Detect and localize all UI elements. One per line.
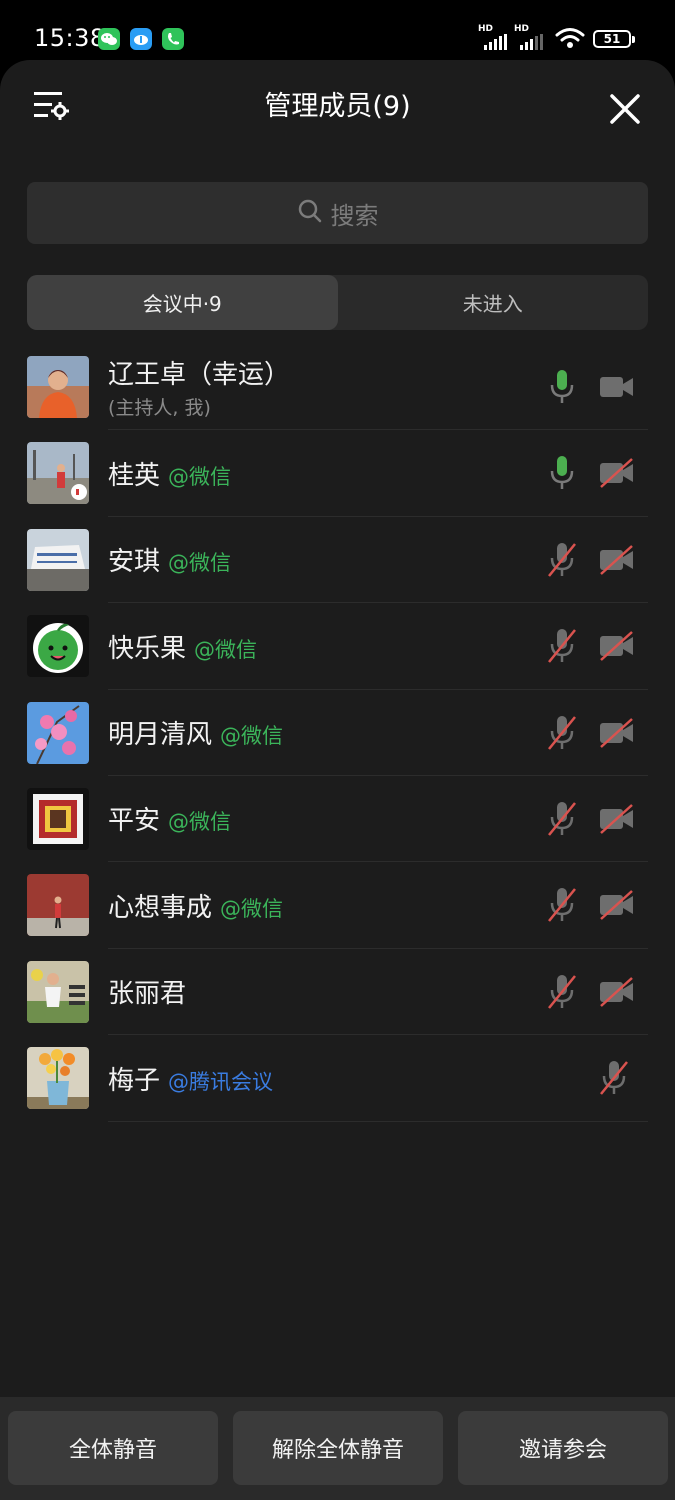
member-name: 梅子 <box>108 1065 161 1096</box>
camera-on-icon[interactable] <box>598 371 636 403</box>
camera-off-icon[interactable] <box>598 889 636 921</box>
status-time: 15:38 <box>34 24 106 52</box>
mic-on-icon[interactable] <box>546 368 578 406</box>
mic-off-icon[interactable] <box>546 541 578 579</box>
wifi-icon <box>555 26 585 54</box>
mic-off-icon[interactable] <box>546 627 578 665</box>
avatar <box>27 874 89 937</box>
camera-off-icon[interactable] <box>598 630 636 662</box>
member-row[interactable]: 张丽君 <box>0 949 675 1036</box>
avatar <box>27 1047 89 1110</box>
member-name: 心想事成 <box>108 892 213 923</box>
member-row[interactable]: 明月清风 @微信 <box>0 690 675 776</box>
camera-off-icon[interactable] <box>598 803 636 835</box>
mute-all-button[interactable]: 全体静音 <box>8 1411 218 1485</box>
camera-off-icon[interactable] <box>598 976 636 1008</box>
signal-icon-2: HD <box>514 24 550 50</box>
member-source: @微信 <box>168 551 232 576</box>
mic-on-icon[interactable] <box>546 454 578 492</box>
search-input[interactable]: 搜索 <box>27 182 648 244</box>
member-name: 桂英 <box>108 460 161 491</box>
signal-icon: HD <box>478 24 514 50</box>
member-row[interactable]: 梅子 @腾讯会议 <box>0 1035 675 1122</box>
member-name: 辽王卓（幸运） <box>108 360 291 390</box>
manage-members-sheet: 管理成员(9) 搜索 会议中·9 未进入 辽王卓（幸运） (主持人, 我) 桂英… <box>0 60 675 1500</box>
mic-off-icon[interactable] <box>546 886 578 924</box>
camera-off-icon[interactable] <box>598 457 636 489</box>
member-source: @腾讯会议 <box>168 1069 274 1094</box>
wechat-icon <box>98 28 120 50</box>
avatar <box>27 701 89 764</box>
avatar <box>27 356 89 418</box>
page-title: 管理成员(9) <box>264 91 411 122</box>
mic-off-icon[interactable] <box>546 973 578 1011</box>
invite-button[interactable]: 邀请参会 <box>458 1411 668 1485</box>
member-source: @微信 <box>168 810 232 835</box>
member-source: @微信 <box>220 724 284 749</box>
avatar <box>27 528 89 591</box>
tab-in-meeting[interactable]: 会议中·9 <box>27 275 338 330</box>
avatar <box>27 960 89 1023</box>
cloud-app-icon <box>130 28 152 50</box>
member-role: (主持人, 我) <box>108 397 211 419</box>
member-name: 快乐果 <box>108 633 187 664</box>
member-row[interactable]: 心想事成 @微信 <box>0 862 675 949</box>
member-name: 安琪 <box>108 547 161 578</box>
camera-off-icon[interactable] <box>598 544 636 576</box>
avatar <box>27 442 89 505</box>
battery-icon: 51 <box>593 30 635 48</box>
member-row[interactable]: 平安 @微信 <box>0 776 675 863</box>
member-source: @微信 <box>168 464 232 489</box>
camera-off-icon[interactable] <box>598 717 636 749</box>
member-source: @微信 <box>220 896 284 921</box>
member-list: 辽王卓（幸运） (主持人, 我) 桂英 @微信 安琪 @微信 快乐果 @微信 明… <box>0 344 675 1122</box>
avatar <box>27 615 89 678</box>
member-source: @微信 <box>194 637 258 662</box>
member-row[interactable]: 快乐果 @微信 <box>0 603 675 690</box>
mic-off-icon[interactable] <box>546 714 578 752</box>
tab-not-joined[interactable]: 未进入 <box>338 275 649 330</box>
member-name: 明月清风 <box>108 720 213 751</box>
member-row[interactable]: 桂英 @微信 <box>0 430 675 517</box>
member-row[interactable]: 安琪 @微信 <box>0 517 675 604</box>
mic-off-icon[interactable] <box>546 800 578 838</box>
member-row[interactable]: 辽王卓（幸运） (主持人, 我) <box>0 344 675 431</box>
search-icon <box>297 198 323 228</box>
unmute-all-button[interactable]: 解除全体静音 <box>233 1411 443 1485</box>
member-name: 张丽君 <box>108 979 187 1010</box>
member-name: 平安 <box>108 806 161 837</box>
avatar <box>27 787 89 850</box>
bottom-action-bar: 全体静音 解除全体静音 邀请参会 <box>0 1397 675 1500</box>
search-placeholder: 搜索 <box>330 201 379 230</box>
status-bar: 15:38 HD HD 51 <box>0 0 675 60</box>
mic-off-icon[interactable] <box>598 1059 630 1097</box>
member-tabs: 会议中·9 未进入 <box>27 275 648 330</box>
phone-app-icon <box>162 28 184 50</box>
close-icon[interactable] <box>604 88 646 130</box>
